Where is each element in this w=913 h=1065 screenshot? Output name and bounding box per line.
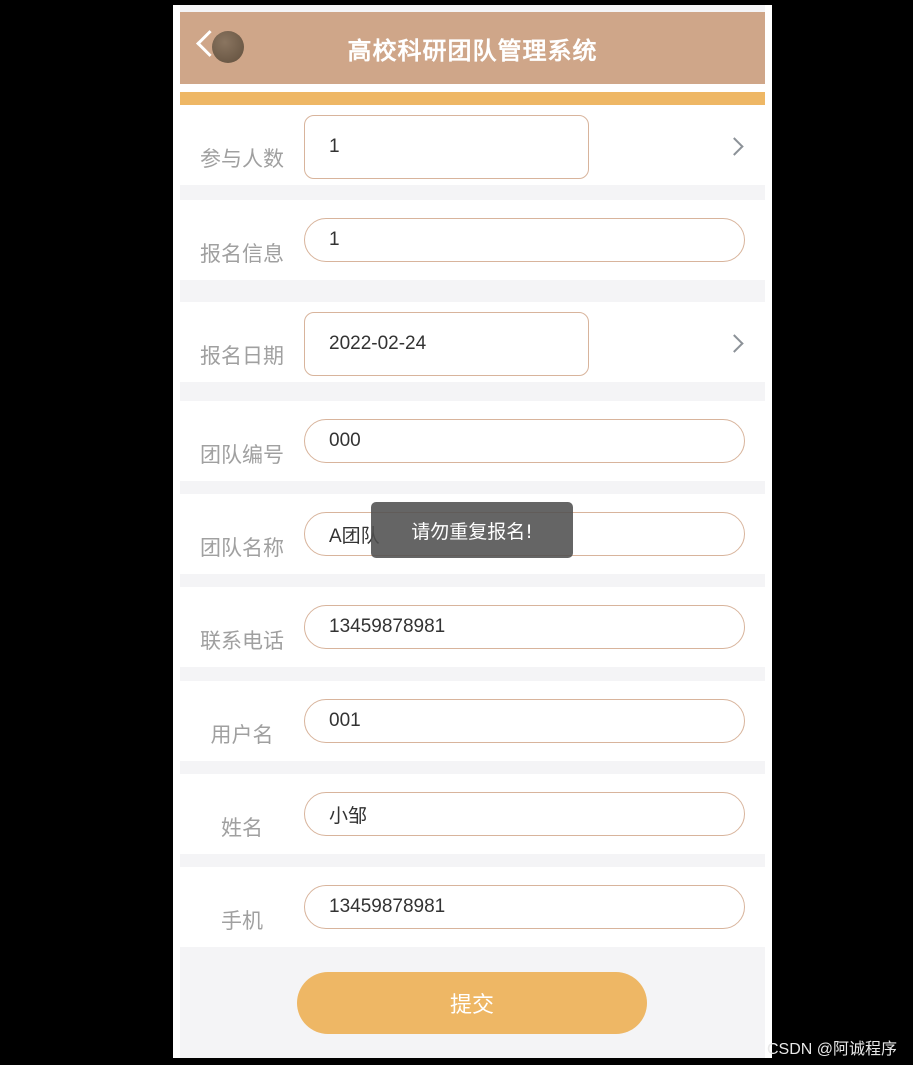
form-row-username: 用户名 001: [180, 681, 765, 761]
form-row-participants: 参与人数 1: [180, 105, 765, 185]
username-input[interactable]: 001: [304, 699, 745, 743]
team-id-input[interactable]: 000: [304, 419, 745, 463]
contact-phone-input[interactable]: 13459878981: [304, 605, 745, 649]
toast-message: 请勿重复报名!: [371, 502, 573, 558]
form-label: 团队名称: [200, 536, 284, 560]
mobile-input[interactable]: 13459878981: [304, 885, 745, 929]
header-gap: [180, 84, 765, 92]
form-label: 手机: [221, 909, 263, 933]
form-label: 联系电话: [200, 629, 284, 653]
form-label: 用户名: [210, 723, 274, 747]
form-label: 参与人数: [200, 147, 284, 171]
form-row-signup-date: 报名日期 2022-02-24: [180, 302, 765, 382]
chevron-right-icon[interactable]: [725, 334, 744, 353]
signup-date-picker[interactable]: 2022-02-24: [304, 312, 589, 376]
screen-edge-left: [173, 5, 180, 1058]
app-header: 高校科研团队管理系统: [180, 12, 765, 84]
form-label: 姓名: [221, 816, 263, 840]
watermark: CSDN @阿诚程序: [766, 1041, 897, 1058]
screen-edge-right: [765, 5, 772, 1058]
participants-picker[interactable]: 1: [304, 115, 589, 179]
form-row-name: 姓名 小邹: [180, 774, 765, 854]
form-label: 报名信息: [200, 242, 284, 266]
name-input[interactable]: 小邹: [304, 792, 745, 836]
form-row-mobile: 手机 13459878981: [180, 867, 765, 947]
form-label: 报名日期: [200, 344, 284, 368]
page-title: 高校科研团队管理系统: [347, 36, 598, 65]
accent-bar: [180, 92, 765, 105]
form-row-team-id: 团队编号 000: [180, 401, 765, 481]
chevron-right-icon[interactable]: [725, 137, 744, 156]
form-row-contact-phone: 联系电话 13459878981: [180, 587, 765, 667]
form-label: 团队编号: [200, 443, 284, 467]
submit-button[interactable]: 提交: [297, 972, 647, 1034]
back-button[interactable]: [196, 28, 246, 68]
form-row-signup-info: 报名信息 1: [180, 200, 765, 280]
touch-indicator-icon: [212, 31, 244, 63]
signup-info-input[interactable]: 1: [304, 218, 745, 262]
